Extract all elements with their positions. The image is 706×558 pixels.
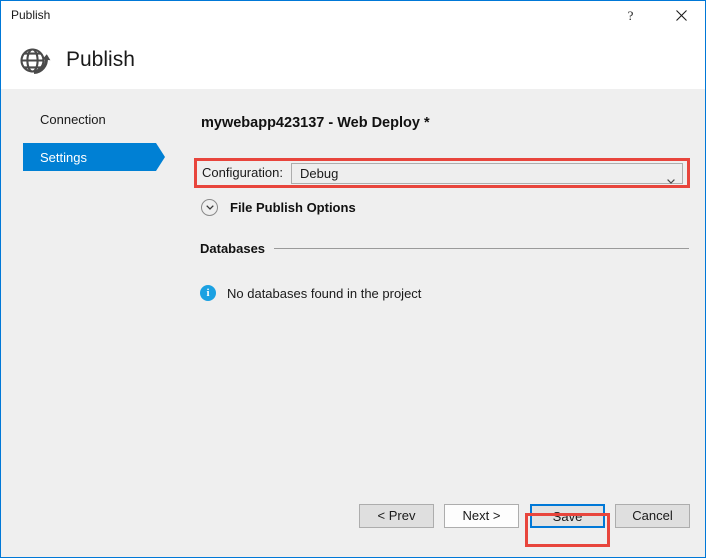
dialog-header: Publish xyxy=(1,30,705,89)
close-icon[interactable] xyxy=(659,1,704,30)
file-publish-options-row[interactable]: File Publish Options xyxy=(201,199,356,216)
window-title: Publish xyxy=(11,8,50,23)
chevron-down-circle-icon[interactable] xyxy=(201,199,218,216)
chevron-down-icon xyxy=(667,171,675,176)
sidebar-item-label: Connection xyxy=(40,112,106,127)
file-publish-options-label: File Publish Options xyxy=(230,200,356,215)
publish-profile-title: mywebapp423137 - Web Deploy * xyxy=(201,115,430,131)
databases-empty-row: i No databases found in the project xyxy=(200,285,421,301)
close-glyph xyxy=(676,10,687,21)
prev-button[interactable]: < Prev xyxy=(359,504,434,528)
help-icon[interactable]: ? xyxy=(608,1,653,30)
save-button[interactable]: Save xyxy=(530,504,605,528)
info-icon: i xyxy=(200,285,216,301)
sidebar-selection-pointer-icon xyxy=(156,143,165,171)
footer-button-bar: < Prev Next > Save Cancel xyxy=(1,487,705,557)
dialog-body: Connection Settings mywebapp423137 - Web… xyxy=(1,89,705,557)
sidebar-item-label: Settings xyxy=(40,150,87,165)
publish-dialog: Publish ? Publish xyxy=(0,0,706,558)
configuration-label: Configuration: xyxy=(202,165,283,180)
databases-empty-message: No databases found in the project xyxy=(227,286,421,301)
title-bar: Publish ? xyxy=(1,1,705,30)
configuration-value: Debug xyxy=(300,166,338,181)
configuration-select[interactable]: Debug xyxy=(291,163,683,184)
cancel-button[interactable]: Cancel xyxy=(615,504,690,528)
page-title: Publish xyxy=(66,47,135,73)
next-button[interactable]: Next > xyxy=(444,504,519,528)
databases-section-header: Databases xyxy=(200,240,689,256)
section-divider xyxy=(274,248,689,249)
sidebar-item-settings[interactable]: Settings xyxy=(23,143,156,171)
publish-globe-icon xyxy=(17,42,53,78)
databases-section-title: Databases xyxy=(200,241,265,256)
sidebar-item-connection[interactable]: Connection xyxy=(23,105,156,133)
